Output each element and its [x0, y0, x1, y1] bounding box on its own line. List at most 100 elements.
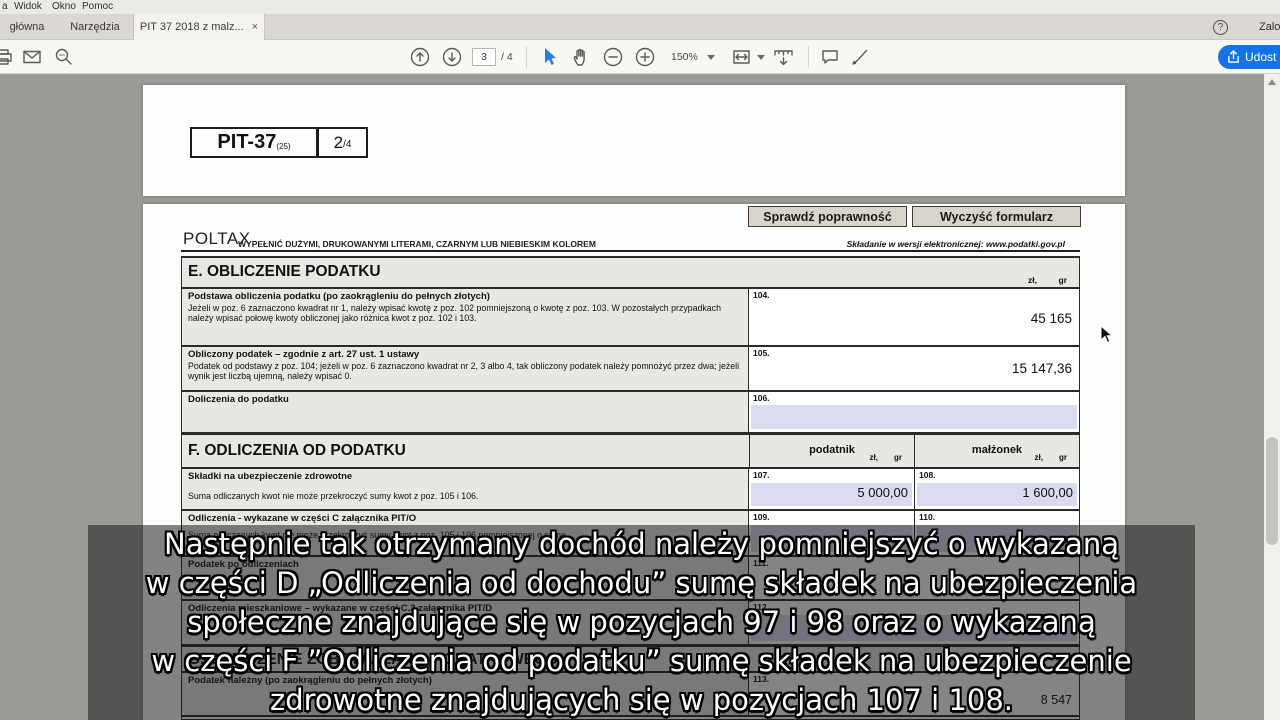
field-107[interactable]: 107. 5 000,00: [749, 469, 914, 509]
field-104-value: 45 165: [1031, 311, 1072, 326]
tab-home[interactable]: główna: [0, 14, 60, 40]
next-page-icon[interactable]: [442, 47, 462, 67]
clear-form-label: Wyczyść formularz: [940, 210, 1053, 224]
comment-icon[interactable]: [820, 47, 840, 67]
email-icon[interactable]: [22, 47, 42, 67]
clear-form-button[interactable]: Wyczyść formularz: [912, 206, 1081, 227]
previous-page-icon[interactable]: [410, 47, 430, 67]
row-107-desc: Suma odliczanych kwot nie może przekrocz…: [188, 491, 742, 502]
toolbar-divider: [808, 46, 809, 68]
field-106[interactable]: 106.: [749, 392, 1079, 432]
row-109-title: Odliczenia - wykazane w części C załączn…: [188, 513, 742, 525]
toolbar-divider: [526, 46, 527, 68]
close-icon[interactable]: ×: [252, 21, 258, 33]
row-105-desc: Podatek od podstawy z poz. 104; jeżeli w…: [188, 361, 742, 382]
menu-item-fragment[interactable]: a: [2, 1, 8, 12]
section-f-title: F. ODLICZENIA OD PODATKU: [188, 442, 406, 460]
share-button-label: Udost: [1245, 50, 1276, 64]
scroll-up-icon[interactable]: [1268, 79, 1276, 85]
tab-tools[interactable]: Narzędzia: [60, 14, 130, 40]
field-107-number: 107.: [753, 470, 770, 480]
share-button[interactable]: Udost: [1218, 45, 1280, 69]
field-108-input[interactable]: 1 600,00: [917, 483, 1077, 506]
tab-home-label: główna: [10, 21, 45, 33]
row-104-label: Podstawa obliczenia podatku (po zaokrągl…: [182, 289, 749, 345]
field-110-number: 110.: [919, 512, 935, 522]
vertical-scrollbar[interactable]: [1264, 74, 1280, 720]
fill-instruction: WYPEŁNIĆ DUŻYMI, DRUKOWANYMI LITERAMI, C…: [238, 239, 596, 249]
menu-item-widok[interactable]: Widok: [14, 1, 42, 12]
page-count-label: / 4: [501, 51, 513, 63]
tab-tools-label: Narzędzia: [70, 21, 120, 33]
field-109-number: 109.: [753, 512, 770, 522]
chevron-down-icon[interactable]: [707, 55, 715, 60]
row-106-label: Doliczenia do podatku: [182, 392, 749, 432]
unit-zl: zł,: [870, 453, 878, 462]
form-row-107-108: Składki na ubezpieczenie zdrowotne Suma …: [181, 468, 1080, 510]
field-105[interactable]: 105. 15 147,36: [749, 347, 1079, 390]
menu-item-okno[interactable]: Okno: [52, 1, 76, 12]
mouse-cursor: [1100, 325, 1115, 345]
form-revision: (25): [276, 142, 290, 151]
subtitle-line: społeczne znajdujące się w pozycjach 97 …: [88, 603, 1195, 642]
menu-bar: a Widok Okno Pomoc: [0, 0, 1280, 14]
subtitle-overlay: Następnie tak otrzymany dochód należy po…: [88, 525, 1195, 720]
signature-pen-icon[interactable]: [850, 47, 870, 67]
column-malzonek: małżonek zł, gr: [914, 435, 1079, 467]
menu-item-pomoc[interactable]: Pomoc: [82, 1, 113, 12]
subtitle-line: w części D „Odliczenia od dochodu” sumę …: [88, 564, 1195, 603]
select-tool-icon[interactable]: [540, 47, 560, 67]
tab-bar: główna Narzędzia PIT 37 2018 z malz... ×…: [0, 14, 1280, 40]
field-104[interactable]: 104. 45 165: [749, 289, 1079, 345]
subtitle-line: zdrowotne znajdujących się w pozycjach 1…: [88, 681, 1195, 720]
field-105-value: 15 147,36: [1012, 361, 1072, 376]
page-width-icon[interactable]: [772, 47, 796, 67]
field-106-input[interactable]: [751, 405, 1077, 429]
efiling-note: Składanie w wersji elektronicznej: www.p…: [847, 239, 1065, 249]
print-icon[interactable]: [0, 47, 13, 67]
share-icon: [1227, 50, 1240, 64]
help-icon[interactable]: ?: [1213, 20, 1228, 35]
field-107-value: 5 000,00: [857, 485, 908, 500]
zoom-out-icon[interactable]: [603, 47, 623, 67]
unit-gr: gr: [1059, 453, 1067, 462]
check-validity-label: Sprawdź poprawność: [763, 210, 892, 224]
sign-in-link[interactable]: Zalog: [1259, 21, 1280, 33]
hand-tool-icon[interactable]: [571, 47, 591, 67]
scrollbar-thumb[interactable]: [1266, 437, 1278, 545]
page-number-input[interactable]: [472, 48, 496, 66]
form-page-total: /4: [343, 139, 351, 150]
zoom-level-value[interactable]: 150%: [671, 51, 698, 63]
acrobat-window: a Widok Okno Pomoc główna Narzędzia PIT …: [0, 0, 1280, 720]
toolbar: / 4 150%: [0, 40, 1280, 74]
form-code: PIT-37: [217, 131, 276, 154]
section-e-title: E. OBLICZENIE PODATKU: [188, 263, 381, 281]
subtitle-line: Następnie tak otrzymany dochód należy po…: [88, 525, 1195, 564]
row-104-title: Podstawa obliczenia podatku (po zaokrągl…: [188, 291, 742, 303]
form-code-box: PIT-37 (25) 2 /4: [190, 127, 368, 158]
form-row-105: Obliczony podatek – zgodnie z art. 27 us…: [181, 346, 1080, 391]
row-105-label: Obliczony podatek – zgodnie z art. 27 us…: [182, 347, 749, 390]
row-107-label: Składki na ubezpieczenie zdrowotne Suma …: [182, 469, 749, 509]
field-105-number: 105.: [753, 348, 770, 358]
pdf-page-2: PIT-37 (25) 2 /4: [143, 85, 1125, 196]
field-104-number: 104.: [753, 290, 770, 300]
unit-zl: zł,: [1035, 453, 1043, 462]
column-podatnik-label: podatnik: [809, 444, 855, 456]
chevron-down-icon[interactable]: [757, 55, 765, 60]
check-validity-button[interactable]: Sprawdź poprawność: [748, 206, 907, 227]
divider: [181, 250, 1080, 252]
fit-width-icon[interactable]: [731, 47, 755, 67]
zoom-in-icon[interactable]: [635, 47, 655, 67]
search-icon[interactable]: [54, 47, 74, 67]
column-podatnik: podatnik zł, gr: [749, 435, 914, 467]
field-108-value: 1 600,00: [1022, 485, 1073, 500]
row-106-title: Doliczenia do podatku: [188, 394, 742, 406]
subtitle-line: w części F ”Odliczenia od podatku” sumę …: [88, 642, 1195, 681]
unit-gr: gr: [894, 453, 902, 462]
unit-zl: zł,: [1028, 275, 1037, 285]
field-108[interactable]: 108. 1 600,00: [914, 469, 1079, 509]
field-107-input[interactable]: 5 000,00: [751, 483, 912, 506]
row-104-desc: Jeżeli w poz. 6 zaznaczono kwadrat nr 1,…: [188, 303, 742, 324]
tab-document[interactable]: PIT 37 2018 z malz... ×: [133, 14, 265, 40]
